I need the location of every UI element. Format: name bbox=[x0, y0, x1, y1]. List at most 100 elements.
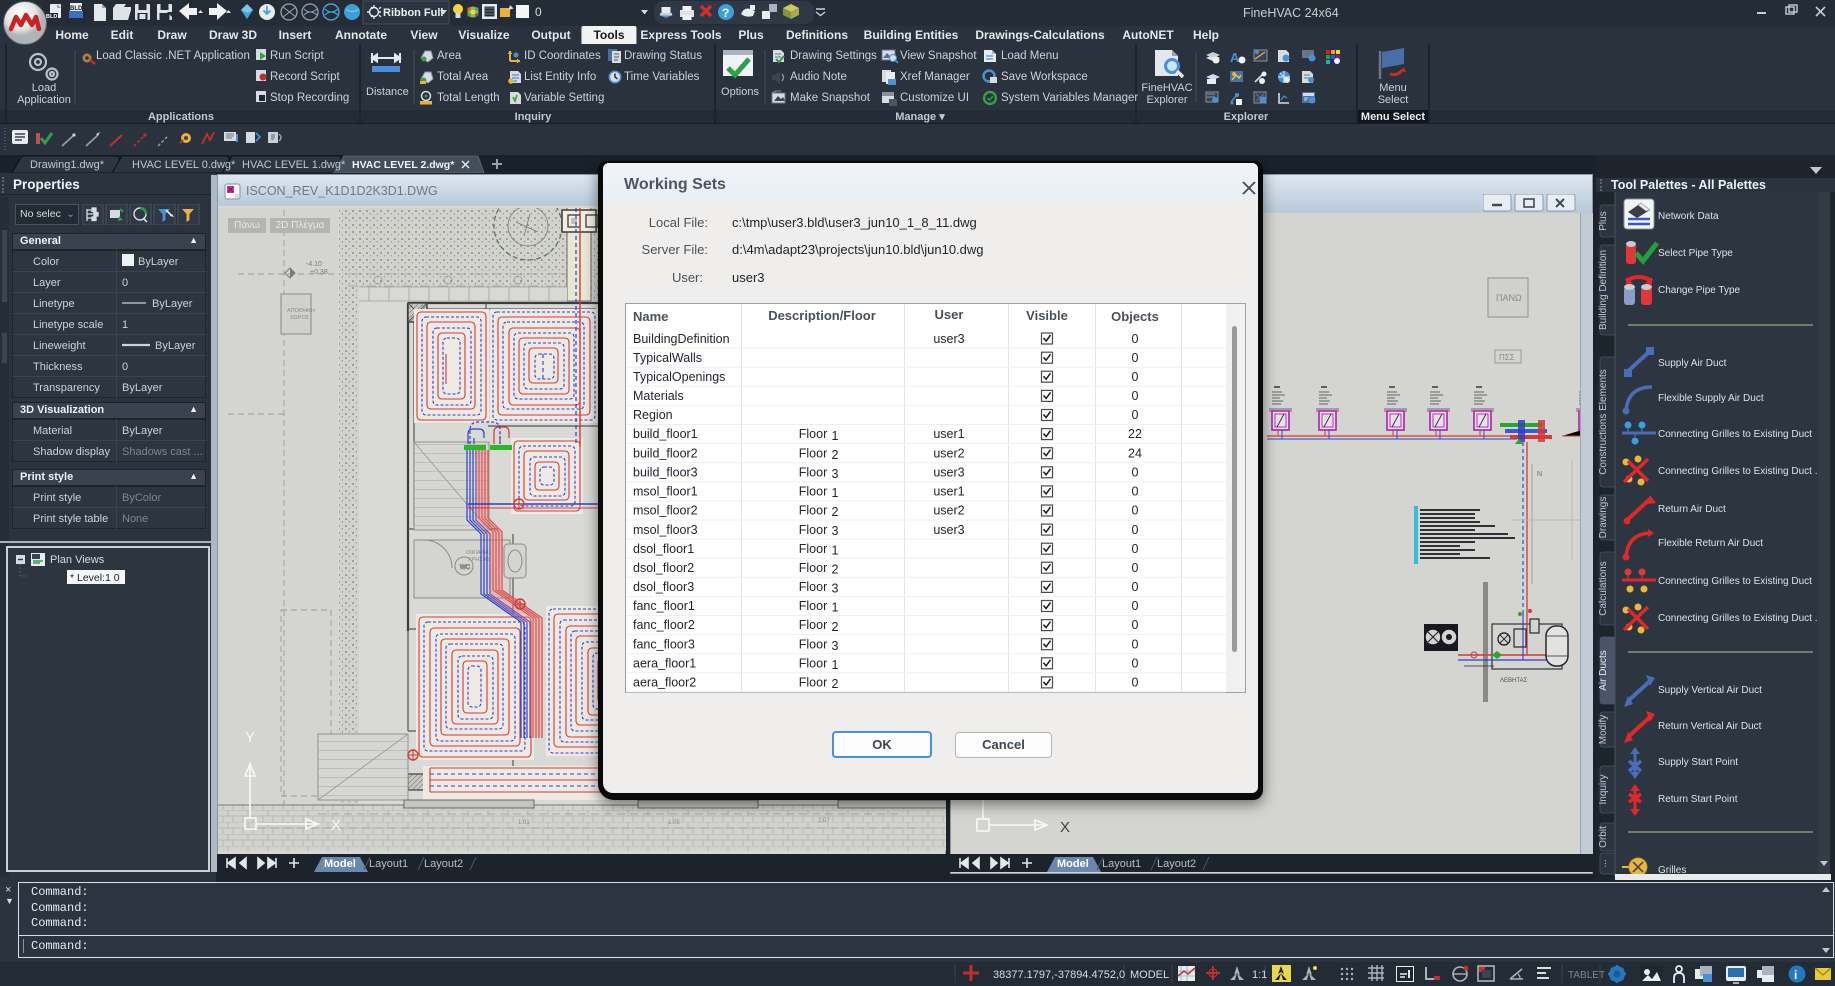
svg-text:Linetype: Linetype bbox=[33, 298, 75, 310]
svg-text:Layout2: Layout2 bbox=[424, 858, 463, 870]
svg-text:Select: Select bbox=[1378, 94, 1409, 106]
svg-text:Stop Recording: Stop Recording bbox=[270, 92, 349, 104]
svg-text:HVAC LEVEL 0.dwg*: HVAC LEVEL 0.dwg* bbox=[132, 159, 236, 171]
svg-text:Modify: Modify bbox=[1598, 715, 1609, 744]
svg-text:0: 0 bbox=[1132, 332, 1139, 346]
svg-text:Floor: Floor bbox=[799, 657, 827, 671]
svg-text:user1: user1 bbox=[933, 427, 964, 441]
svg-text:ΑΠΟΘΗΚΗ: ΑΠΟΘΗΚΗ bbox=[287, 308, 315, 314]
svg-text:38377.1797,-37894.4752,0: 38377.1797,-37894.4752,0 bbox=[993, 969, 1125, 981]
svg-text:Y: Y bbox=[245, 729, 255, 746]
svg-text:Select Pipe Type: Select Pipe Type bbox=[1658, 248, 1733, 259]
svg-text:Menu Select: Menu Select bbox=[1361, 111, 1426, 123]
svg-text:user2: user2 bbox=[933, 446, 964, 460]
svg-text:ByLayer: ByLayer bbox=[122, 425, 163, 437]
svg-text:HVAC LEVEL 1.dwg*: HVAC LEVEL 1.dwg* bbox=[242, 159, 346, 171]
svg-text:Description/Floor: Description/Floor bbox=[768, 308, 876, 323]
svg-text:Transparency: Transparency bbox=[33, 382, 100, 394]
svg-text:Variable Setting: Variable Setting bbox=[524, 92, 604, 104]
svg-text:dsol_floor1: dsol_floor1 bbox=[633, 542, 694, 556]
svg-text:Floor: Floor bbox=[799, 580, 827, 594]
svg-text:Connecting Grilles to Existing: Connecting Grilles to Existing Duct bbox=[1658, 576, 1812, 587]
svg-text:Connecting Grilles to Existing: Connecting Grilles to Existing Duct bbox=[1658, 429, 1812, 440]
svg-text:Load Menu: Load Menu bbox=[1001, 50, 1059, 62]
svg-text:22: 22 bbox=[1128, 427, 1142, 441]
svg-text:Load: Load bbox=[32, 82, 56, 94]
svg-text:X: X bbox=[1060, 819, 1070, 836]
svg-text:Materials: Materials bbox=[633, 389, 684, 403]
svg-text:2: 2 bbox=[832, 562, 839, 576]
svg-text:3: 3 bbox=[832, 524, 839, 538]
svg-text:1.05: 1.05 bbox=[668, 820, 680, 826]
svg-text:+0.38: +0.38 bbox=[310, 269, 328, 276]
svg-text:i: i bbox=[1794, 968, 1797, 982]
svg-text:Drawing Settings: Drawing Settings bbox=[790, 50, 877, 62]
svg-text:Supply Vertical Air Duct: Supply Vertical Air Duct bbox=[1658, 685, 1762, 696]
svg-text:Total Area: Total Area bbox=[437, 71, 489, 83]
svg-text:TypicalWalls: TypicalWalls bbox=[633, 351, 702, 365]
svg-text:ID Coordinates: ID Coordinates bbox=[524, 50, 601, 62]
svg-text:Network Data: Network Data bbox=[1658, 211, 1719, 222]
svg-text:user3: user3 bbox=[933, 523, 964, 537]
svg-text:Area: Area bbox=[437, 50, 462, 62]
svg-text:List Entity Info: List Entity Info bbox=[524, 71, 596, 83]
svg-text:0: 0 bbox=[1132, 504, 1139, 518]
svg-text:msol_floor2: msol_floor2 bbox=[633, 504, 698, 518]
svg-text:Manage ▾: Manage ▾ bbox=[895, 111, 945, 123]
svg-text:1:1: 1:1 bbox=[1252, 969, 1267, 981]
svg-text:Menu: Menu bbox=[1379, 82, 1407, 94]
svg-text:Color: Color bbox=[33, 256, 60, 268]
svg-text:Load Classic .NET Application: Load Classic .NET Application bbox=[96, 50, 250, 62]
svg-text:Print style: Print style bbox=[33, 492, 81, 504]
svg-text:TABLET: TABLET bbox=[1568, 970, 1605, 981]
svg-text:Options: Options bbox=[721, 86, 759, 98]
svg-text:dsol_floor3: dsol_floor3 bbox=[633, 580, 694, 594]
svg-text:Application: Application bbox=[17, 94, 71, 106]
svg-text:0: 0 bbox=[535, 5, 542, 19]
svg-text:Change Pipe Type: Change Pipe Type bbox=[1658, 285, 1741, 296]
svg-text:None: None bbox=[122, 513, 148, 525]
svg-text:Layout1: Layout1 bbox=[369, 858, 408, 870]
svg-text:user2: user2 bbox=[933, 504, 964, 518]
svg-text:N: N bbox=[1537, 471, 1542, 478]
svg-text:Floor: Floor bbox=[799, 599, 827, 613]
svg-text:0: 0 bbox=[1132, 408, 1139, 422]
svg-text:Explorer: Explorer bbox=[1147, 94, 1188, 106]
svg-text:-4.10: -4.10 bbox=[306, 261, 322, 268]
svg-text:msol_floor1: msol_floor1 bbox=[633, 485, 698, 499]
svg-text:ByLayer: ByLayer bbox=[122, 382, 163, 394]
svg-text:Record Script: Record Script bbox=[270, 71, 340, 83]
svg-text:Drawings: Drawings bbox=[1598, 497, 1609, 539]
svg-text:Xref Manager: Xref Manager bbox=[900, 71, 970, 83]
svg-text:user3: user3 bbox=[933, 466, 964, 480]
svg-text:2: 2 bbox=[832, 448, 839, 462]
svg-text:?: ? bbox=[722, 6, 729, 20]
svg-text:Audio Note: Audio Note bbox=[790, 71, 847, 83]
svg-text:Plus: Plus bbox=[1598, 211, 1609, 230]
svg-text:Inquiry: Inquiry bbox=[515, 111, 553, 123]
svg-text:msol_floor3: msol_floor3 bbox=[633, 523, 698, 537]
svg-text:Return Air Duct: Return Air Duct bbox=[1658, 504, 1726, 515]
svg-text:ΧΩΡΟΣ: ΧΩΡΟΣ bbox=[290, 315, 310, 321]
svg-text:Building Definition: Building Definition bbox=[1598, 250, 1609, 330]
svg-text:ByColor: ByColor bbox=[122, 492, 161, 504]
svg-text:Region: Region bbox=[633, 408, 673, 422]
svg-text:0: 0 bbox=[1132, 523, 1139, 537]
svg-text:0: 0 bbox=[1132, 637, 1139, 651]
svg-text:Floor: Floor bbox=[799, 466, 827, 480]
svg-text:User: User bbox=[935, 307, 964, 322]
svg-text:Orbit: Orbit bbox=[1598, 826, 1609, 848]
svg-text:1: 1 bbox=[832, 429, 839, 443]
svg-text:3: 3 bbox=[832, 467, 839, 481]
svg-text:Floor: Floor bbox=[799, 676, 827, 690]
svg-text:build_floor2: build_floor2 bbox=[633, 446, 698, 460]
svg-text:Total Length: Total Length bbox=[437, 92, 500, 104]
svg-text:Return Start Point: Return Start Point bbox=[1658, 794, 1738, 805]
svg-text:Floor: Floor bbox=[799, 542, 827, 556]
svg-text:Applications: Applications bbox=[148, 111, 214, 123]
svg-text:View Snapshot: View Snapshot bbox=[900, 50, 977, 62]
svg-text:Save Workspace: Save Workspace bbox=[1001, 71, 1088, 83]
svg-text:Floor: Floor bbox=[799, 485, 827, 499]
svg-text:user3: user3 bbox=[933, 332, 964, 346]
svg-text:Flexible Supply Air Duct: Flexible Supply Air Duct bbox=[1658, 393, 1764, 404]
